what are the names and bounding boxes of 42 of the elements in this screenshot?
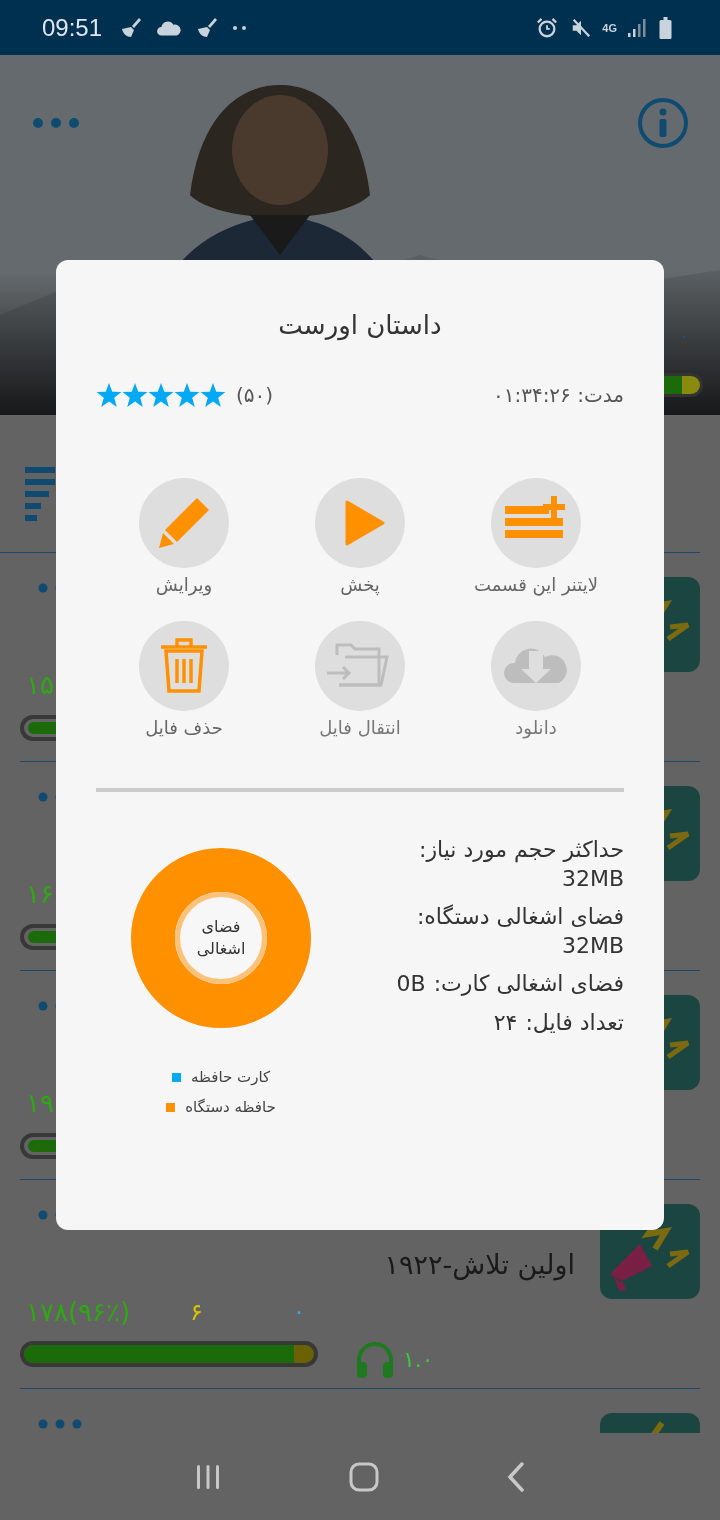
reading-text: ۰ xyxy=(680,327,689,346)
star-icon xyxy=(200,382,226,408)
star-icon xyxy=(122,382,148,408)
signal-icon xyxy=(627,17,647,38)
home-icon[interactable] xyxy=(349,1461,379,1492)
count-text: ۱۷۸(۹۶٪) xyxy=(26,1296,131,1327)
count-text: ۶ xyxy=(190,1297,203,1326)
rating-count: (۵۰) xyxy=(236,383,274,407)
more-notifications-icon xyxy=(232,24,249,31)
star-icon xyxy=(174,382,200,408)
clock-time: 09:51 xyxy=(42,13,103,42)
chart-center-label: فضای اشغالی xyxy=(195,915,247,960)
stat-label: حداکثر حجم مورد نیاز: xyxy=(419,836,624,865)
count-text: ۱۹ xyxy=(26,1087,54,1118)
info-icon[interactable] xyxy=(637,97,689,149)
sort-icon[interactable] xyxy=(25,467,55,523)
stat-value: 0B xyxy=(396,970,426,999)
stat-value: 32MB xyxy=(561,931,624,960)
alarm-icon xyxy=(536,16,559,39)
count-text: ۱۵ xyxy=(26,669,54,700)
more-icon[interactable] xyxy=(38,1419,82,1429)
stat-label: فضای اشغالی دستگاه: xyxy=(416,903,624,932)
battery-icon xyxy=(659,16,672,39)
star-icon xyxy=(148,382,174,408)
duration-text: مدت: ۰۱:۳۴:۲۶ xyxy=(492,383,624,407)
speed-text: ۱.۰ xyxy=(403,1346,434,1372)
mute-icon xyxy=(570,16,593,39)
stat-value: ۲۴ xyxy=(493,1008,518,1037)
star-icon xyxy=(96,382,122,408)
episode-title: اولین تلاش-۱۹۲۲ xyxy=(384,1248,575,1280)
legend-label: حافظه دستگاه xyxy=(185,1098,276,1116)
count-text: ۰ xyxy=(292,1299,305,1324)
more-icon[interactable] xyxy=(32,117,80,129)
count-text: ۱۶ xyxy=(26,878,54,909)
headphones-icon xyxy=(355,1340,395,1378)
stat-value: 32MB xyxy=(561,864,624,893)
stat-label: فضای اشغالی کارت: xyxy=(433,970,624,999)
network-type: 4G xyxy=(602,21,617,34)
legend-label: کارت حافظه xyxy=(190,1068,271,1086)
stat-label: تعداد فایل: xyxy=(525,1008,624,1037)
dialog-title: داستان اورست xyxy=(277,310,443,340)
back-icon[interactable] xyxy=(506,1461,527,1492)
